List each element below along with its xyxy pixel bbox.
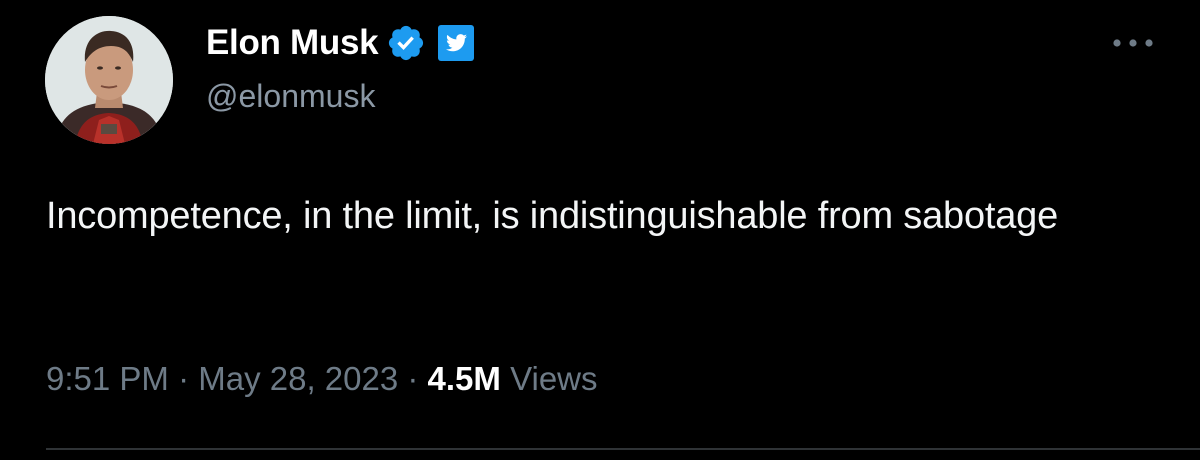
tweet-card: Elon Musk @elonmusk Incompetence, in the… — [0, 0, 1200, 460]
views-label[interactable]: Views — [510, 360, 597, 397]
views-count[interactable]: 4.5M — [428, 360, 501, 397]
tweet-date[interactable]: May 28, 2023 — [198, 360, 398, 397]
avatar[interactable] — [45, 16, 173, 144]
meta-separator: · — [168, 360, 199, 397]
divider — [46, 448, 1200, 450]
author-handle[interactable]: @elonmusk — [206, 76, 375, 116]
more-options-button[interactable] — [1110, 28, 1156, 58]
verified-badge-icon[interactable] — [386, 23, 426, 63]
tweet-text: Incompetence, in the limit, is indisting… — [46, 195, 1059, 237]
more-options-ellipsis-icon — [1113, 39, 1153, 47]
author-name-row: Elon Musk — [206, 22, 476, 64]
tweet-meta: 9:51 PM · May 28, 2023 · 4.5M Views — [46, 357, 598, 401]
profile-photo-icon — [45, 16, 173, 144]
meta-separator: · — [398, 360, 428, 397]
twitter-bird-badge-icon[interactable] — [436, 23, 476, 63]
author-display-name[interactable]: Elon Musk — [206, 22, 379, 64]
tweet-time[interactable]: 9:51 PM — [46, 360, 169, 397]
